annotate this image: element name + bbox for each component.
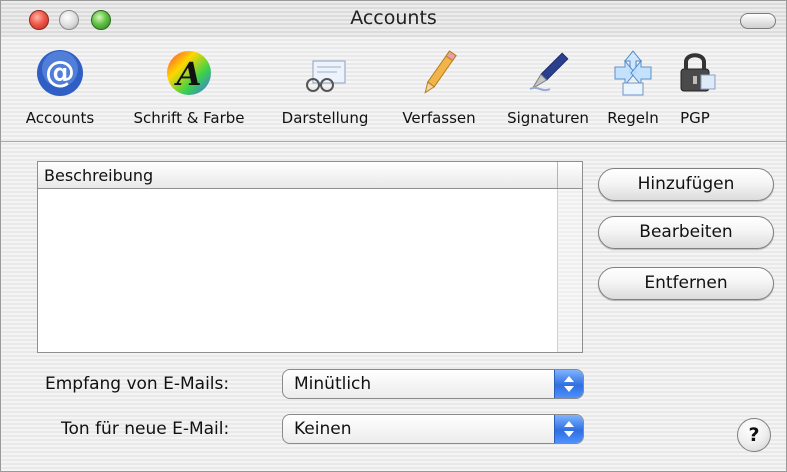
- toolbar-item-label: PGP: [680, 109, 710, 127]
- toolbar-item-label: Regeln: [607, 109, 659, 127]
- toolbar-item-label: Verfassen: [402, 109, 476, 127]
- toolbar-item-label: Schrift & Farbe: [133, 109, 245, 127]
- toolbar-item-viewing[interactable]: Darstellung: [263, 43, 387, 137]
- table-header-corner: [557, 162, 582, 188]
- column-header-description[interactable]: Beschreibung: [44, 166, 153, 185]
- toolbar-item-signatures[interactable]: Signaturen: [493, 43, 603, 137]
- preferences-toolbar: @ Accounts A Schrift & Farbe Darstellung…: [1, 37, 786, 142]
- viewing-glasses-icon: [306, 60, 346, 92]
- add-account-button[interactable]: Hinzufügen: [598, 168, 774, 201]
- accounts-preferences-window: Accounts @ Accounts A Schrift & Farbe Da…: [0, 0, 787, 472]
- toolbar-item-composing[interactable]: Verfassen: [389, 43, 489, 137]
- accounts-table[interactable]: Beschreibung: [37, 161, 583, 353]
- new-mail-sound-select[interactable]: Keinen: [282, 414, 584, 444]
- check-mail-label: Empfang von E-Mails:: [45, 374, 230, 394]
- svg-text:A: A: [174, 55, 202, 93]
- check-mail-frequency-select[interactable]: Minütlich: [282, 369, 584, 399]
- vertical-scrollbar[interactable]: [557, 189, 582, 352]
- table-header: Beschreibung: [38, 162, 582, 189]
- toolbar-item-label: Accounts: [25, 109, 95, 127]
- toolbar-item-rules[interactable]: Regeln: [601, 43, 665, 137]
- remove-account-button[interactable]: Entfernen: [598, 267, 774, 300]
- svg-text:@: @: [45, 55, 75, 90]
- new-mail-sound-label: Ton für neue E-Mail:: [61, 419, 230, 439]
- select-arrows-icon: [554, 415, 583, 443]
- rules-arrows-icon: [614, 50, 652, 96]
- select-arrows-icon: [554, 370, 583, 398]
- help-button[interactable]: ?: [737, 418, 771, 452]
- window-title: Accounts: [350, 7, 437, 29]
- fountain-pen-icon: [529, 52, 569, 92]
- font-color-icon: A: [167, 51, 211, 95]
- edit-account-button[interactable]: Bearbeiten: [598, 216, 774, 249]
- help-icon: ?: [748, 424, 760, 446]
- title-bar[interactable]: Accounts: [1, 1, 786, 37]
- toolbar-item-accounts[interactable]: @ Accounts: [5, 43, 115, 137]
- at-sign-icon: @: [37, 50, 83, 96]
- toolbar-item-label: Darstellung: [281, 109, 369, 127]
- selected-value: Minütlich: [294, 374, 372, 394]
- selected-value: Keinen: [294, 419, 352, 439]
- pencil-icon: [424, 50, 457, 94]
- lock-icon: [680, 53, 716, 92]
- toolbar-item-fonts-colors[interactable]: A Schrift & Farbe: [119, 43, 259, 137]
- toolbar-item-pgp[interactable]: PGP: [667, 43, 723, 137]
- toolbar-toggle-button[interactable]: [740, 13, 776, 29]
- toolbar-item-label: Signaturen: [507, 109, 589, 127]
